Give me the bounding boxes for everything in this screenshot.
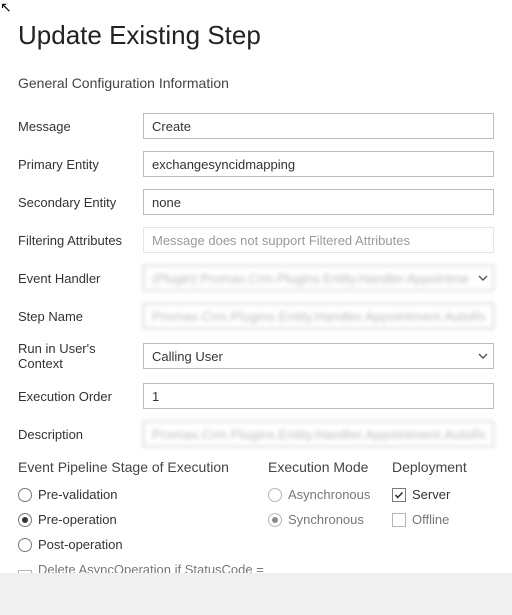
- checkbox-icon: [392, 488, 406, 502]
- option-label: Server: [412, 487, 450, 502]
- radio-icon: [268, 513, 282, 527]
- radio-icon: [18, 538, 32, 552]
- option-label: Offline: [412, 512, 449, 527]
- mode-option-sync: Synchronous: [268, 512, 392, 527]
- option-label: Synchronous: [288, 512, 364, 527]
- secondary-entity-input[interactable]: [143, 189, 494, 215]
- label-step-name: Step Name: [18, 309, 143, 324]
- run-context-select[interactable]: [143, 343, 494, 369]
- stage-option-pre-validation[interactable]: Pre-validation: [18, 487, 268, 502]
- deployment-offline-checkbox: Offline: [392, 512, 494, 527]
- footer-bar: [0, 573, 512, 615]
- option-label: Pre-validation: [38, 487, 118, 502]
- section-heading: General Configuration Information: [18, 75, 494, 91]
- deployment-heading: Deployment: [392, 459, 494, 475]
- event-handler-select[interactable]: [143, 265, 494, 291]
- option-label: Pre-operation: [38, 512, 117, 527]
- label-event-handler: Event Handler: [18, 271, 143, 286]
- stage-option-post-operation[interactable]: Post-operation: [18, 537, 268, 552]
- stage-heading: Event Pipeline Stage of Execution: [18, 459, 268, 475]
- message-input[interactable]: [143, 113, 494, 139]
- label-filtering-attributes: Filtering Attributes: [18, 233, 143, 248]
- deployment-server-checkbox[interactable]: Server: [392, 487, 494, 502]
- filtering-attributes-input[interactable]: [143, 227, 494, 253]
- page-title: Update Existing Step: [18, 20, 494, 51]
- label-secondary-entity: Secondary Entity: [18, 195, 143, 210]
- mode-option-async: Asynchronous: [268, 487, 392, 502]
- option-label: Asynchronous: [288, 487, 370, 502]
- description-input[interactable]: [143, 421, 494, 447]
- label-description: Description: [18, 427, 143, 442]
- radio-icon: [18, 513, 32, 527]
- label-primary-entity: Primary Entity: [18, 157, 143, 172]
- mode-heading: Execution Mode: [268, 459, 392, 475]
- step-name-input[interactable]: [143, 303, 494, 329]
- radio-icon: [268, 488, 282, 502]
- radio-icon: [18, 488, 32, 502]
- execution-order-input[interactable]: [143, 383, 494, 409]
- stage-option-pre-operation[interactable]: Pre-operation: [18, 512, 268, 527]
- label-execution-order: Execution Order: [18, 389, 143, 404]
- checkbox-icon: [392, 513, 406, 527]
- label-message: Message: [18, 119, 143, 134]
- option-label: Post-operation: [38, 537, 123, 552]
- primary-entity-input[interactable]: [143, 151, 494, 177]
- label-run-context: Run in User's Context: [18, 341, 143, 371]
